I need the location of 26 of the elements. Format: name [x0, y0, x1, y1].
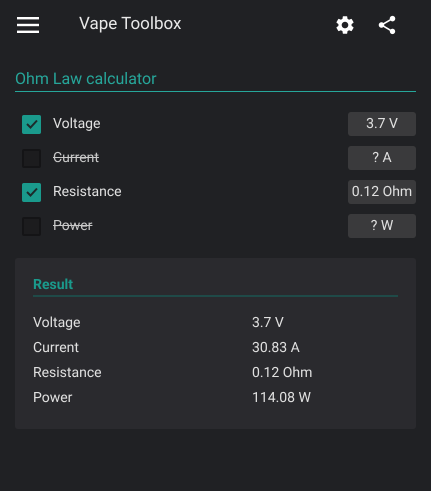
result-label: Current [33, 339, 80, 358]
result-value: 0.12 Ohm [252, 364, 312, 383]
field-label: Resistance [53, 182, 122, 202]
field-label: Current [53, 148, 99, 168]
field-label: Voltage [53, 114, 100, 134]
result-label: Resistance [33, 364, 103, 383]
result-title: Result [33, 276, 398, 297]
field-label: Power [53, 216, 92, 236]
checkbox[interactable] [22, 114, 41, 134]
value-field[interactable]: 0.12 Ohm [348, 180, 416, 204]
app-title: Vape Toolbox [79, 13, 182, 36]
section-title: Ohm Law calculator [15, 68, 416, 92]
result-value: 30.83 A [252, 339, 300, 358]
result-value: 114.08 W [252, 389, 311, 408]
value-field[interactable]: 3.7 V [348, 112, 416, 136]
value-field[interactable]: ? A [348, 146, 416, 170]
result-label: Voltage [33, 314, 82, 333]
check-icon [24, 185, 38, 199]
share-icon[interactable] [376, 14, 398, 36]
check-icon [24, 117, 38, 131]
menu-icon[interactable] [17, 17, 39, 33]
value-field[interactable]: ? W [348, 214, 416, 238]
checkbox[interactable] [22, 182, 41, 202]
result-value: 3.7 V [252, 314, 284, 333]
result-label: Power [33, 389, 74, 408]
settings-icon[interactable] [334, 14, 356, 36]
